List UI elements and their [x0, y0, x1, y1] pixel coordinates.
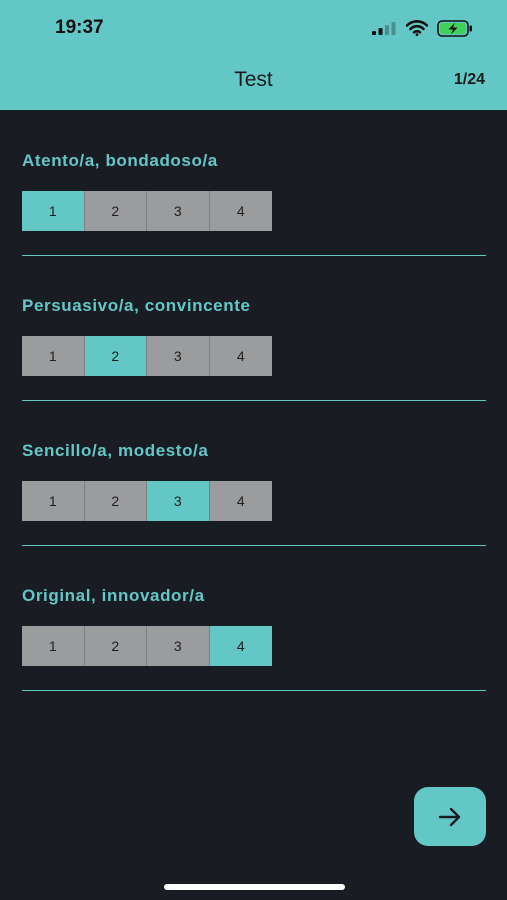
question-item: Atento/a, bondadoso/a 1 2 3 4 [22, 151, 486, 296]
rating-option-2[interactable]: 2 [84, 481, 147, 521]
question-label: Sencillo/a, modesto/a [22, 441, 209, 460]
question-item: Sencillo/a, modesto/a 1 2 3 4 [22, 441, 486, 586]
rating-option-1[interactable]: 1 [22, 191, 85, 231]
rating-option-4[interactable]: 4 [209, 191, 272, 231]
rating-option-4[interactable]: 4 [209, 336, 272, 376]
divider [22, 690, 486, 691]
divider [22, 545, 486, 546]
wifi-icon [406, 20, 428, 36]
rating-option-2[interactable]: 2 [84, 336, 147, 376]
top-app-bar: 19:37 Test 1/24 [0, 0, 507, 110]
page-title: Test [234, 68, 273, 91]
signal-icon [372, 22, 396, 35]
question-label: Atento/a, bondadoso/a [22, 151, 218, 170]
rating-option-3[interactable]: 3 [147, 336, 210, 376]
divider [22, 400, 486, 401]
rating-option-4[interactable]: 4 [209, 626, 272, 666]
rating-option-1[interactable]: 1 [22, 626, 85, 666]
rating-option-2[interactable]: 2 [84, 191, 147, 231]
question-label: Original, innovador/a [22, 586, 205, 605]
question-counter: 1/24 [453, 71, 485, 88]
divider [22, 255, 486, 256]
rating-scale: 1 2 3 4 [22, 191, 272, 231]
status-time: 19:37 [55, 17, 104, 38]
question-item: Original, innovador/a 1 2 3 4 [22, 586, 486, 731]
question-label: Persuasivo/a, convincente [22, 296, 251, 315]
rating-option-3[interactable]: 3 [147, 626, 210, 666]
arrow-right-icon [438, 807, 461, 826]
rating-scale: 1 2 3 4 [22, 336, 272, 376]
rating-scale: 1 2 3 4 [22, 481, 272, 521]
rating-option-3[interactable]: 3 [147, 191, 210, 231]
status-icons [371, 19, 473, 37]
rating-option-4[interactable]: 4 [209, 481, 272, 521]
rating-option-2[interactable]: 2 [84, 626, 147, 666]
home-indicator [164, 884, 345, 890]
question-item: Persuasivo/a, convincente 1 2 3 4 [22, 296, 486, 441]
rating-scale: 1 2 3 4 [22, 626, 272, 666]
rating-option-1[interactable]: 1 [22, 336, 85, 376]
battery-charging-icon [437, 19, 472, 37]
rating-option-3[interactable]: 3 [147, 481, 210, 521]
rating-option-1[interactable]: 1 [22, 481, 85, 521]
next-button[interactable] [414, 787, 486, 846]
